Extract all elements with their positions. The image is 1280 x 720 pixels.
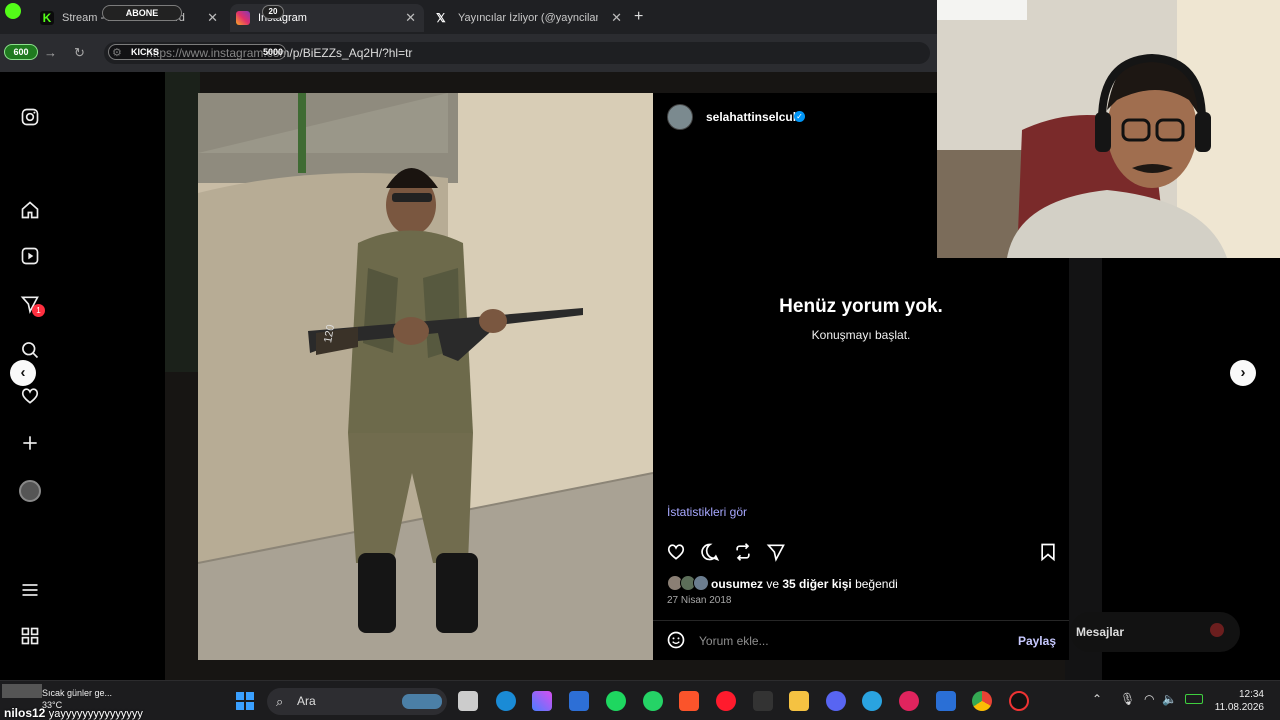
kicks-goal-bar: KICKS 5000 — [108, 44, 286, 60]
taskbar-clock[interactable]: 12:34 11.08.2026 — [1215, 688, 1264, 714]
ticker-message: yayyyyyyyyyyyyyyy — [48, 708, 143, 720]
profile-avatar[interactable] — [19, 480, 41, 502]
liked-by-text[interactable]: ousumez ve 35 diğer kişi beğendi — [711, 577, 898, 591]
soldier-photo-illustration: 120 — [198, 93, 653, 660]
menu-icon[interactable] — [20, 580, 40, 600]
obs-icon[interactable] — [1009, 691, 1029, 711]
green-count: 600 — [13, 47, 29, 57]
liked-by-user[interactable]: ousumez — [711, 577, 763, 591]
kicks-label: KICKS — [131, 47, 160, 57]
weather-text: Sıcak günler ge... — [42, 688, 113, 698]
save-bookmark-icon[interactable] — [1038, 542, 1058, 562]
weather-badges — [2, 684, 42, 698]
share-send-icon[interactable] — [766, 542, 786, 562]
tab-x-twitter[interactable]: 𝕏 Yayıncılar İzliyor (@yayncilarizli ✕ — [430, 4, 630, 32]
file-explorer-icon[interactable] — [789, 691, 809, 711]
stream-indicator-icon — [5, 3, 21, 19]
next-post-button[interactable]: › — [1230, 360, 1256, 386]
close-tab-icon[interactable]: ✕ — [405, 10, 416, 26]
search-icon[interactable] — [20, 340, 40, 360]
ticker-user: nilos12 — [4, 706, 46, 720]
messages-label: Mesajlar — [1076, 625, 1125, 639]
home-icon[interactable] — [20, 200, 40, 220]
copilot-icon[interactable] — [532, 691, 552, 711]
abone-label: ABONE — [125, 8, 159, 18]
follower-goal-bar: 600 — [4, 44, 38, 60]
chat-ticker: nilos12 yayyyyyyyyyyyyyyy — [4, 706, 143, 720]
no-comments-title: Henüz yorum yok. — [779, 296, 943, 317]
reels-icon[interactable] — [20, 246, 40, 266]
abone-count: 20 — [268, 7, 278, 16]
close-tab-icon[interactable]: ✕ — [611, 10, 622, 26]
comment-bubble-icon[interactable] — [700, 542, 720, 562]
repost-icon[interactable] — [733, 542, 753, 562]
search-placeholder: Ara — [297, 694, 316, 708]
messages-avatar — [1210, 623, 1224, 637]
heart-icon[interactable] — [20, 386, 40, 406]
kicks-count: 5000 — [262, 47, 283, 57]
tab-instagram[interactable]: Instagram ✕ — [230, 4, 424, 32]
clock-date: 11.08.2026 — [1214, 702, 1264, 713]
author-avatar[interactable] — [667, 104, 693, 130]
edge-icon[interactable] — [496, 691, 516, 711]
opera-icon[interactable] — [716, 691, 736, 711]
start-conversation-text: Konuşmayı başlat. — [811, 328, 911, 342]
task-view-icon[interactable] — [458, 691, 478, 711]
subscriber-count: 20 — [262, 5, 284, 19]
like-heart-icon[interactable] — [666, 542, 686, 562]
liker-avatar — [693, 575, 709, 591]
verified-badge-icon: ✓ — [794, 111, 805, 122]
new-tab-button[interactable]: + — [634, 8, 643, 26]
wifi-icon[interactable]: ◠ — [1144, 692, 1154, 706]
previous-post-button[interactable]: ‹ — [10, 360, 36, 386]
tab-label: Yayıncılar İzliyor (@yayncilarizli — [458, 12, 598, 24]
kick-favicon-icon: K — [40, 11, 54, 25]
windows-taskbar: Sıcak günler ge... 33°C nilos12 yayyyyyy… — [0, 680, 1280, 720]
dev-tool-icon[interactable] — [569, 691, 589, 711]
outlook-icon[interactable] — [936, 691, 956, 711]
opera-gx-icon[interactable] — [899, 691, 919, 711]
windows-start-icon[interactable] — [235, 691, 255, 711]
post-date: 27 Nisan 2018 — [667, 595, 732, 606]
x-favicon-icon: 𝕏 — [436, 11, 446, 25]
webcam-overlay — [937, 0, 1280, 258]
taskbar-search[interactable]: ⌕ Ara — [267, 688, 447, 715]
notification-badge: 1 — [32, 304, 45, 317]
spotify-icon[interactable] — [606, 691, 626, 711]
post-comment-button[interactable]: Paylaş — [1018, 634, 1056, 648]
more-apps-icon[interactable] — [20, 626, 40, 646]
search-highlight-icon — [402, 694, 442, 709]
comment-bar: Yorum ekle... Paylaş — [653, 620, 1069, 660]
instagram-favicon-icon — [236, 11, 250, 25]
reload-icon[interactable]: ↻ — [74, 45, 85, 61]
brave-icon[interactable] — [679, 691, 699, 711]
search-icon: ⌕ — [276, 694, 284, 709]
view-insights-link[interactable]: İstatistikleri gör — [667, 505, 747, 519]
discord-icon[interactable] — [826, 691, 846, 711]
forward-arrow-icon[interactable]: → — [44, 45, 57, 60]
author-username[interactable]: selahattinselcuk — [706, 110, 799, 124]
battery-icon[interactable] — [1185, 694, 1203, 704]
emoji-icon[interactable] — [666, 630, 686, 650]
game-icon[interactable] — [753, 691, 773, 711]
streamer-webcam-illustration — [937, 0, 1280, 258]
liked-by-avatars — [667, 575, 709, 591]
instagram-logo-icon[interactable] — [20, 107, 40, 127]
telegram-icon[interactable] — [862, 691, 882, 711]
comment-input[interactable]: Yorum ekle... — [699, 634, 769, 648]
post-photo[interactable]: 120 — [198, 93, 653, 660]
liked-by-suffix: beğendi — [851, 577, 898, 591]
liked-by-others[interactable]: 35 diğer kişi — [782, 577, 851, 591]
messages-button[interactable]: Mesajlar — [1070, 612, 1240, 652]
liked-by-connector: ve — [763, 577, 783, 591]
microphone-icon[interactable]: 🎙 — [1120, 692, 1135, 706]
whatsapp-icon[interactable] — [643, 691, 663, 711]
clock-time: 12:34 — [1238, 689, 1264, 700]
chevron-up-icon[interactable]: ⌃ — [1092, 692, 1102, 706]
volume-icon[interactable]: 🔈 — [1162, 692, 1177, 706]
subscriber-goal-bar: ABONE — [102, 5, 182, 21]
chrome-icon[interactable] — [972, 691, 992, 711]
close-tab-icon[interactable]: ✕ — [207, 10, 218, 26]
create-icon[interactable] — [20, 433, 40, 453]
